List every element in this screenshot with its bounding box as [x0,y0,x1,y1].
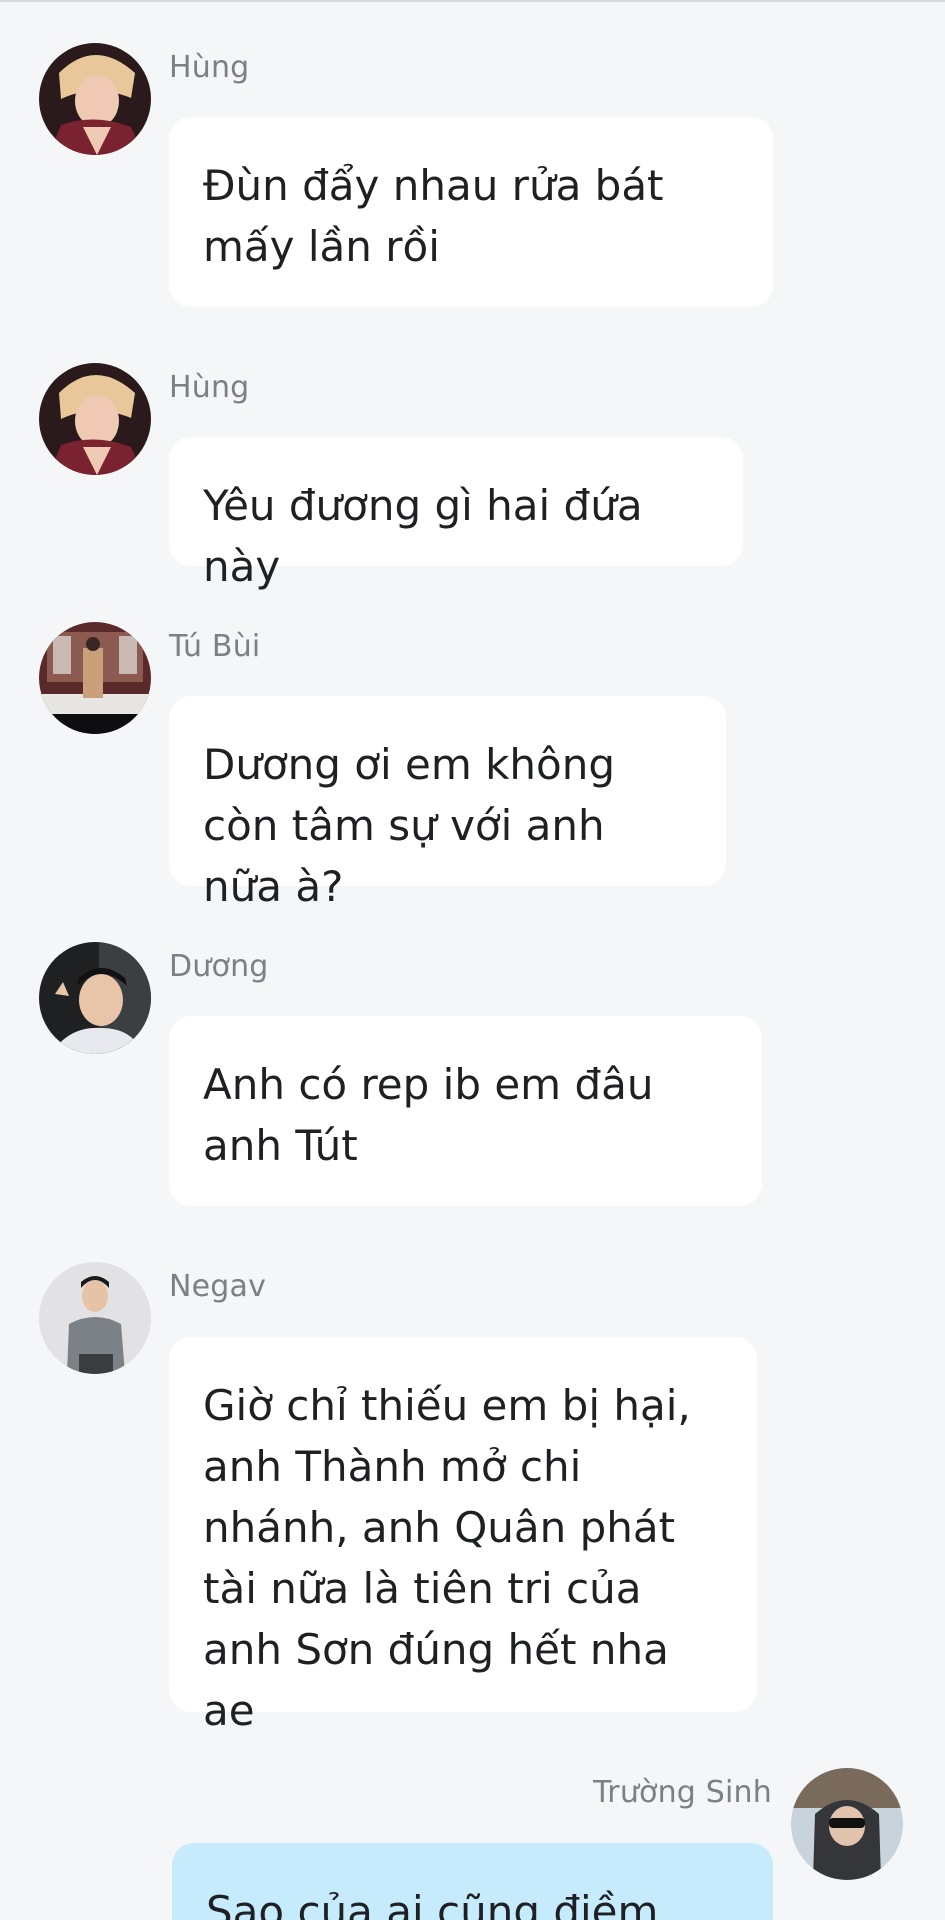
top-divider [0,0,945,2]
sender-name: Hùng [169,50,250,85]
message-bubble[interactable]: Yêu đương gì hai đứa này [169,437,743,591]
sender-name: Hùng [169,370,250,405]
message-bubble[interactable]: Đùn đẩy nhau rửa bát mấy lần rồi [169,117,773,307]
sender-name: Negav [169,1269,267,1304]
message-bubble[interactable]: Giờ chỉ thiếu em bị hại, anh Thành mở ch… [169,1337,757,1735]
message-bubble[interactable]: Anh có rep ib em đâu anh Tút [169,1016,762,1206]
chat-window: Hùng Đùn đẩy nhau rửa bát mấy lần rồi Hù… [0,0,945,1920]
sender-name: Trường Sinh [593,1775,772,1810]
message-bubble[interactable]: Sao của ai cũng điềm lành [172,1843,773,1920]
tu-bui-avatar[interactable] [39,622,151,734]
negav-avatar[interactable] [39,1262,151,1374]
hung-avatar[interactable] [39,43,151,155]
hung-avatar[interactable] [39,363,151,475]
message-bubble[interactable]: Dương ơi em không còn tâm sự với anh nữa… [169,696,726,911]
sender-name: Dương [169,949,269,984]
truong-sinh-avatar[interactable] [791,1768,903,1880]
sender-name: Tú Bùi [169,629,261,664]
duong-avatar[interactable] [39,942,151,1054]
